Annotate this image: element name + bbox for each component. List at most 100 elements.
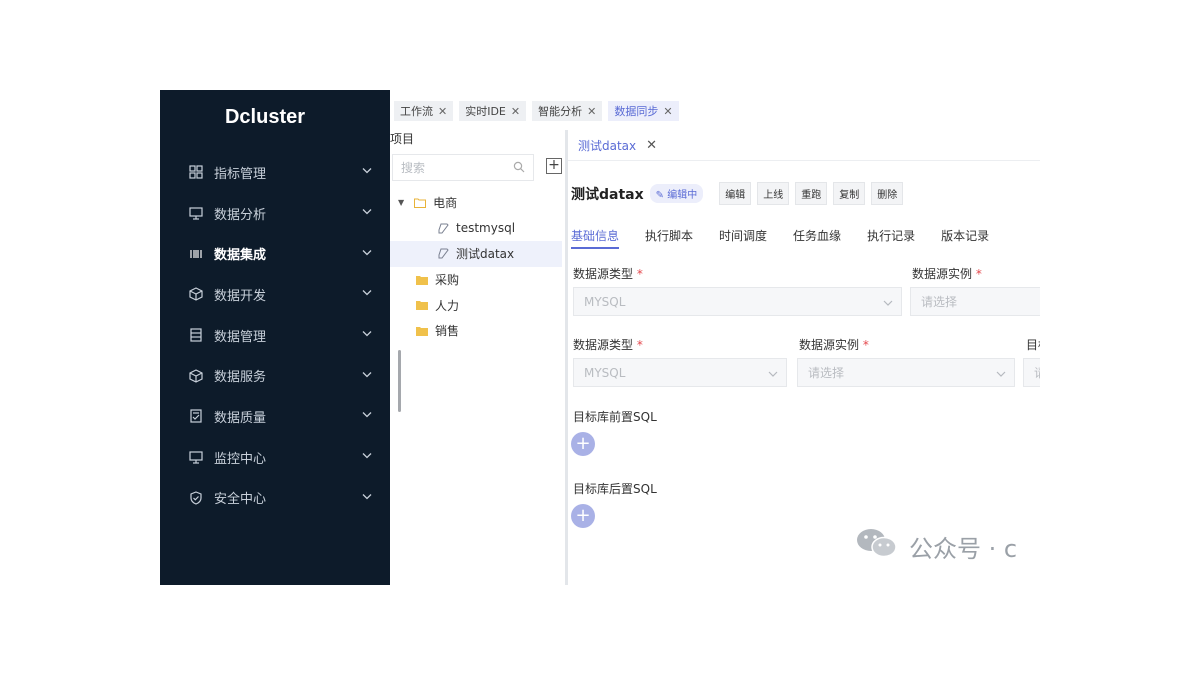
table-icon (188, 327, 204, 343)
editor-tab-label: 测试datax (578, 138, 637, 153)
top-tab-strip: 工作流 ✕ 实时IDE ✕ 智能分析 ✕ 数据同步 ✕ (394, 101, 679, 121)
status-badge: ✎ 编辑中 (649, 184, 704, 203)
chevron-down-icon[interactable] (362, 368, 372, 383)
source-instance-label-2: 数据源实例 * (799, 338, 869, 352)
tree-node[interactable]: testmysql (390, 216, 562, 242)
sidebar-item[interactable]: 数据管理 (160, 315, 390, 356)
tree-node-label: 测试datax (456, 247, 515, 262)
online-button[interactable]: 上线 (757, 182, 790, 205)
chevron-down-icon (996, 368, 1006, 382)
search-icon[interactable] (513, 161, 525, 176)
pre-sql-label: 目标库前置SQL (573, 410, 657, 424)
edit-button[interactable]: 编辑 (719, 182, 752, 205)
chevron-down-icon[interactable] (362, 246, 372, 261)
subtab-bar: 基础信息 执行脚本 时间调度 任务血缘 执行记录 版本记录 (571, 227, 989, 249)
chevron-down-icon (883, 297, 893, 311)
chevron-down-icon[interactable] (362, 206, 372, 221)
scrollbar[interactable] (398, 350, 401, 412)
tree-node[interactable]: ▼ 电商 (390, 190, 562, 216)
caret-down-icon[interactable]: ▼ (398, 198, 404, 207)
top-tab[interactable]: 智能分析 ✕ (532, 101, 603, 121)
sidebar-item[interactable]: 安全中心 (160, 478, 390, 519)
close-icon[interactable]: ✕ (663, 105, 672, 118)
source-instance-label: 数据源实例 * (912, 267, 982, 281)
sidebar-item-label: 数据分析 (214, 207, 267, 223)
tree-node[interactable]: 采购 (390, 267, 562, 293)
sidebar-item-label: 数据管理 (214, 329, 267, 345)
sidebar-item[interactable]: 监控中心 (160, 437, 390, 478)
source-type-select-2[interactable]: MYSQL (573, 358, 787, 387)
add-post-sql-button[interactable]: + (571, 504, 595, 528)
sidebar-item[interactable]: 数据质量 (160, 396, 390, 437)
sidebar-item[interactable]: 数据分析 (160, 193, 390, 234)
add-pre-sql-button[interactable]: + (571, 432, 595, 456)
search-placeholder: 搜索 (401, 161, 426, 175)
chevron-down-icon[interactable] (362, 409, 372, 424)
barcode-icon (188, 246, 204, 262)
edit-icon: ✎ (655, 190, 665, 201)
project-panel: 项目 搜索 + ▼ 电商 testmysql 测试datax 采购人力 销售 (390, 130, 568, 585)
tree-node[interactable]: 测试datax (390, 241, 562, 267)
search-input[interactable]: 搜索 (392, 154, 534, 181)
chevron-down-icon[interactable] (362, 328, 372, 343)
tab-basic-info[interactable]: 基础信息 (571, 227, 620, 249)
doc-check-icon (188, 408, 204, 424)
tree-node[interactable]: 人力 (390, 292, 562, 318)
sidebar-item[interactable]: 数据服务 (160, 355, 390, 396)
sidebar-item-label: 安全中心 (214, 492, 267, 508)
chevron-down-icon[interactable] (362, 165, 372, 180)
target-value-partial: 请 (1034, 364, 1040, 381)
source-instance-select[interactable]: 请选择 (910, 287, 1040, 316)
target-select-partial[interactable]: 请 (1023, 358, 1040, 387)
sidebar-item-label: 数据服务 (214, 370, 267, 386)
project-tree: ▼ 电商 testmysql 测试datax 采购人力 销售 (390, 190, 562, 344)
top-tab[interactable]: 数据同步 ✕ (608, 101, 679, 121)
close-icon[interactable]: ✕ (511, 105, 520, 118)
sidebar: Dcluster 指标管理 数据分析 数据集成 数据开发 数据管理 数据服务 数据质量 监控中… (160, 90, 390, 585)
close-icon[interactable]: ✕ (646, 138, 657, 153)
sidebar-item[interactable]: 指标管理 (160, 152, 390, 193)
monitor-icon (188, 449, 204, 465)
tree-node[interactable]: 销售 (390, 318, 562, 344)
sidebar-item[interactable]: 数据开发 (160, 274, 390, 315)
editor-tab[interactable]: 测试datax ✕ (568, 130, 668, 162)
sidebar-item-label: 监控中心 (214, 451, 267, 467)
copy-button[interactable]: 复制 (833, 182, 866, 205)
close-icon[interactable]: ✕ (587, 105, 596, 118)
sidebar-item[interactable]: 数据集成 (160, 233, 390, 274)
add-project-button[interactable]: + (546, 158, 562, 174)
chevron-down-icon[interactable] (362, 287, 372, 302)
tree-node-label: 采购 (435, 273, 460, 288)
tab-schedule[interactable]: 时间调度 (719, 227, 767, 249)
task-file-icon (438, 248, 449, 259)
grid-icon (188, 164, 204, 180)
sidebar-item-label: 数据质量 (214, 410, 267, 426)
tab-exec-log[interactable]: 执行记录 (867, 227, 915, 249)
watermark: 公众号 · c (855, 526, 1017, 566)
close-icon[interactable]: ✕ (438, 105, 447, 118)
source-type-label: 数据源类型 * (573, 267, 643, 281)
task-title: 测试datax (571, 186, 644, 203)
chevron-down-icon[interactable] (362, 490, 372, 505)
main-panel: 测试datax ✕ 测试datax ✎ 编辑中 编辑 上线 重跑 复制 删除 基… (568, 130, 1040, 585)
tab-versions[interactable]: 版本记录 (941, 227, 989, 249)
tab-lineage[interactable]: 任务血缘 (793, 227, 841, 249)
sidebar-menu: 指标管理数据分析数据集成数据开发数据管理数据服务数据质量监控中心安全中心 (160, 152, 390, 518)
source-type-select[interactable]: MYSQL (573, 287, 902, 316)
task-file-icon (438, 223, 449, 234)
rerun-button[interactable]: 重跑 (795, 182, 828, 205)
cube-icon (188, 286, 204, 302)
delete-button[interactable]: 删除 (871, 182, 904, 205)
sidebar-item-label: 数据开发 (214, 288, 267, 304)
shield-icon (188, 490, 204, 506)
source-type-value: MYSQL (584, 294, 626, 309)
chevron-down-icon[interactable] (362, 450, 372, 465)
folder-icon (416, 300, 428, 311)
top-tab[interactable]: 实时IDE ✕ (459, 101, 527, 121)
tab-script[interactable]: 执行脚本 (645, 227, 693, 249)
folder-open-icon (414, 198, 427, 208)
project-title: 项目 (390, 132, 415, 146)
divider (568, 160, 1040, 161)
top-tab[interactable]: 工作流 ✕ (394, 101, 454, 121)
source-instance-select-2[interactable]: 请选择 (797, 358, 1015, 387)
